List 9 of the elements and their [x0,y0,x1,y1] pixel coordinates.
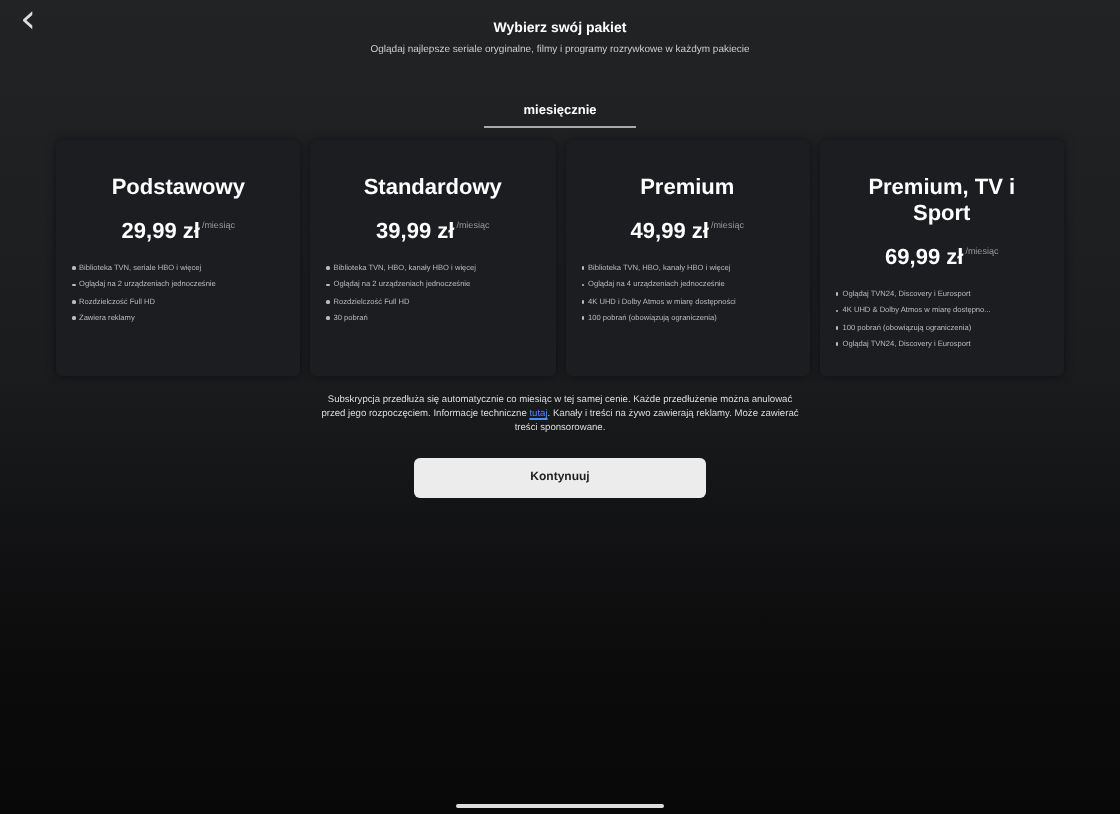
plan-name: Standardowy [361,176,504,202]
plan-name: Premium, TV i Sport [866,176,1018,228]
plan-price: 29,99 zł [121,220,200,244]
plan-price: 69,99 zł [885,246,964,270]
plan-name: Premium [638,176,737,202]
back-button[interactable]: ‹ [12,0,44,38]
plan-name: Podstawowy [109,176,247,202]
plan-price: 49,99 zł [630,220,709,244]
plan-price: 39,99 zł [376,220,455,244]
